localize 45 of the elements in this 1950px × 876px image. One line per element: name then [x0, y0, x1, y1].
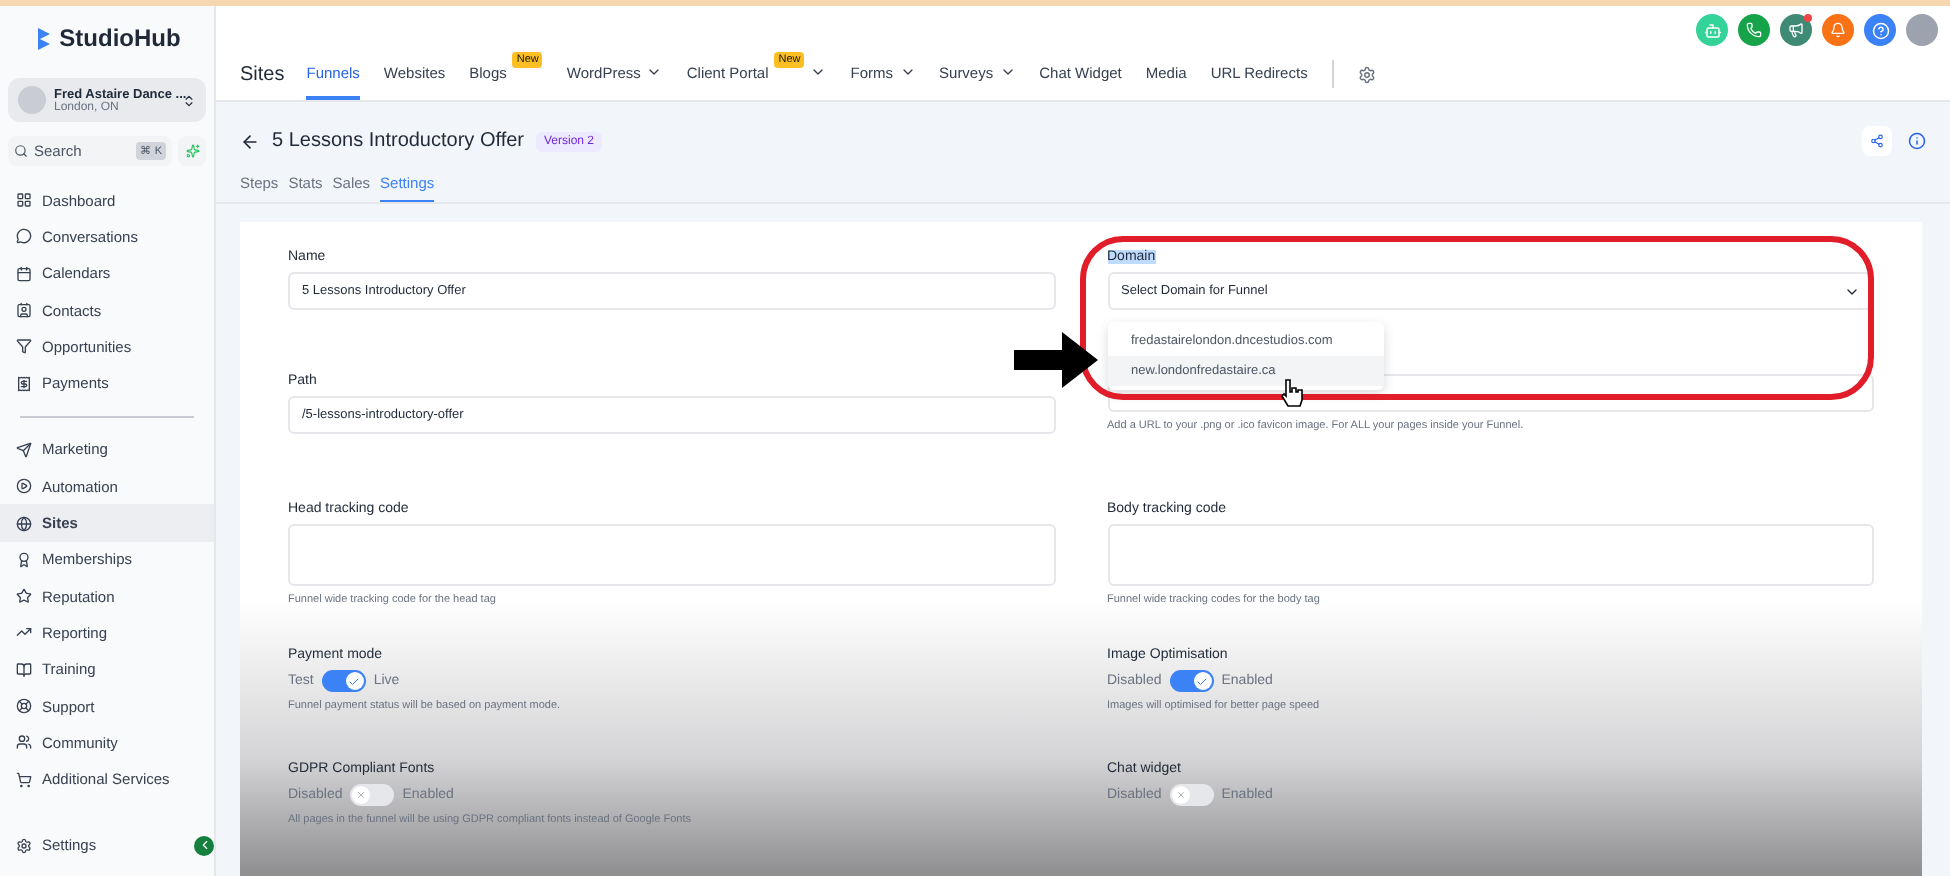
receipt-icon [16, 375, 32, 392]
logo-icon [33, 26, 54, 50]
brand-name: StudioHub [59, 24, 181, 52]
page-title: 5 Lessons Introductory Offer [272, 130, 524, 152]
arrow-drawing [1014, 332, 1098, 388]
chevron-left-icon [197, 838, 211, 853]
browser-icon [16, 515, 32, 532]
section-title: Sites [240, 63, 285, 85]
calendar-icon [16, 265, 32, 282]
book-icon [16, 661, 32, 678]
toggle-switch[interactable] [321, 670, 366, 693]
toggle-switch[interactable] [1169, 670, 1214, 693]
share-icon [1870, 134, 1884, 148]
toggle-switch[interactable] [350, 784, 395, 807]
toggle-switch[interactable] [1169, 784, 1214, 807]
up-down-chevron-icon [182, 93, 196, 107]
star-icon [16, 588, 32, 605]
people-icon [16, 734, 32, 751]
chat-bubble-icon [16, 228, 32, 245]
phone-icon[interactable] [1738, 14, 1770, 46]
sparkle-icon [185, 144, 199, 158]
bot-icon[interactable] [1696, 14, 1728, 46]
trend-icon [16, 624, 32, 641]
cart-icon [16, 771, 32, 788]
lifebuoy-icon [16, 698, 32, 714]
help-icon[interactable] [1864, 14, 1896, 46]
contact-card-icon [16, 302, 32, 319]
sparkle-button[interactable] [178, 136, 206, 166]
dashboard-icon [16, 192, 32, 209]
settings-icon [16, 837, 32, 854]
check-icon [348, 675, 361, 688]
share-button[interactable] [1862, 126, 1892, 156]
back-icon[interactable] [240, 131, 260, 151]
megaphone-icon[interactable] [1780, 14, 1812, 46]
paper-plane-icon [16, 441, 32, 458]
notifications-icon[interactable] [1822, 14, 1854, 46]
filter-icon [16, 338, 32, 355]
settings-icon[interactable] [1357, 65, 1376, 83]
play-circle-icon [16, 478, 32, 495]
check-icon [1196, 675, 1209, 688]
search-icon [14, 144, 28, 158]
avatar[interactable] [1906, 14, 1938, 46]
info-icon[interactable] [1908, 132, 1926, 150]
award-icon [16, 551, 32, 568]
collapse-button[interactable] [194, 835, 214, 856]
